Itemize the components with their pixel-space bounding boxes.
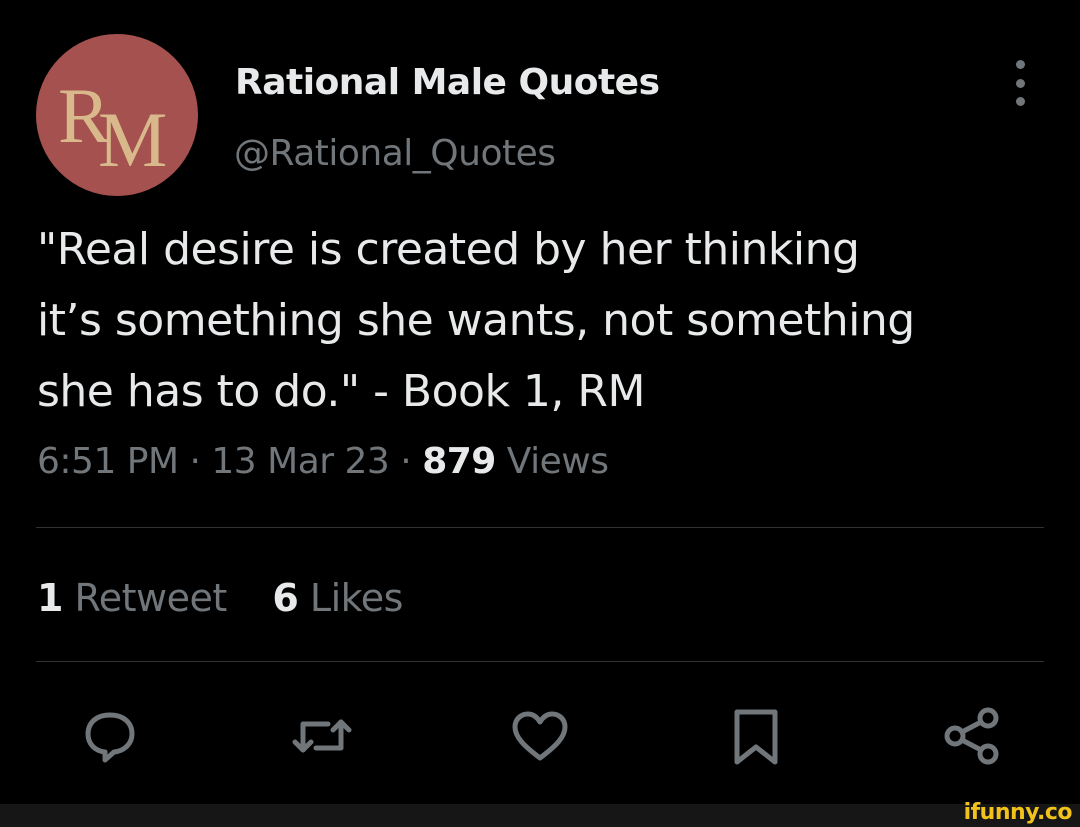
- views-count: 879: [422, 441, 496, 482]
- retweet-icon: [292, 719, 352, 753]
- tweet-metadata: 6:51 PM · 13 Mar 23 · 879 Views: [37, 441, 609, 482]
- likes-stat[interactable]: 6 Likes: [272, 576, 403, 620]
- more-options-icon[interactable]: [1004, 60, 1036, 106]
- display-name[interactable]: Rational Male Quotes: [235, 62, 660, 103]
- ifunny-watermark: ifunny.co: [963, 800, 1073, 825]
- retweets-label: Retweet: [74, 576, 228, 620]
- meta-separator: ·: [178, 441, 212, 482]
- bookmark-icon: [734, 709, 778, 765]
- divider: [36, 661, 1044, 662]
- bookmark-button[interactable]: [726, 706, 786, 766]
- retweet-button[interactable]: [292, 706, 352, 766]
- meta-separator: ·: [389, 441, 423, 482]
- views-label: Views: [506, 441, 609, 482]
- likes-count: 6: [272, 576, 299, 620]
- retweets-stat[interactable]: 1 Retweet: [37, 576, 227, 620]
- share-icon: [944, 707, 999, 765]
- tweet-date[interactable]: 13 Mar 23: [211, 441, 389, 482]
- engagement-stats: 1 Retweet 6 Likes: [37, 576, 437, 620]
- footer-bar: [0, 804, 1080, 827]
- like-icon: [512, 711, 568, 761]
- like-button[interactable]: [510, 706, 570, 766]
- avatar[interactable]: R M: [36, 34, 198, 196]
- user-handle[interactable]: @Rational_Quotes: [234, 133, 556, 174]
- reply-icon: [85, 712, 135, 763]
- likes-label: Likes: [309, 576, 404, 620]
- svg-text:M: M: [98, 96, 167, 183]
- reply-button[interactable]: [80, 706, 140, 766]
- tweet-text: "Real desire is created by her thinking …: [37, 224, 915, 417]
- tweet-time[interactable]: 6:51 PM: [37, 441, 179, 482]
- share-button[interactable]: [942, 706, 1002, 766]
- rm-logo: R M: [58, 72, 167, 183]
- divider: [36, 527, 1044, 528]
- retweets-count: 1: [37, 576, 63, 620]
